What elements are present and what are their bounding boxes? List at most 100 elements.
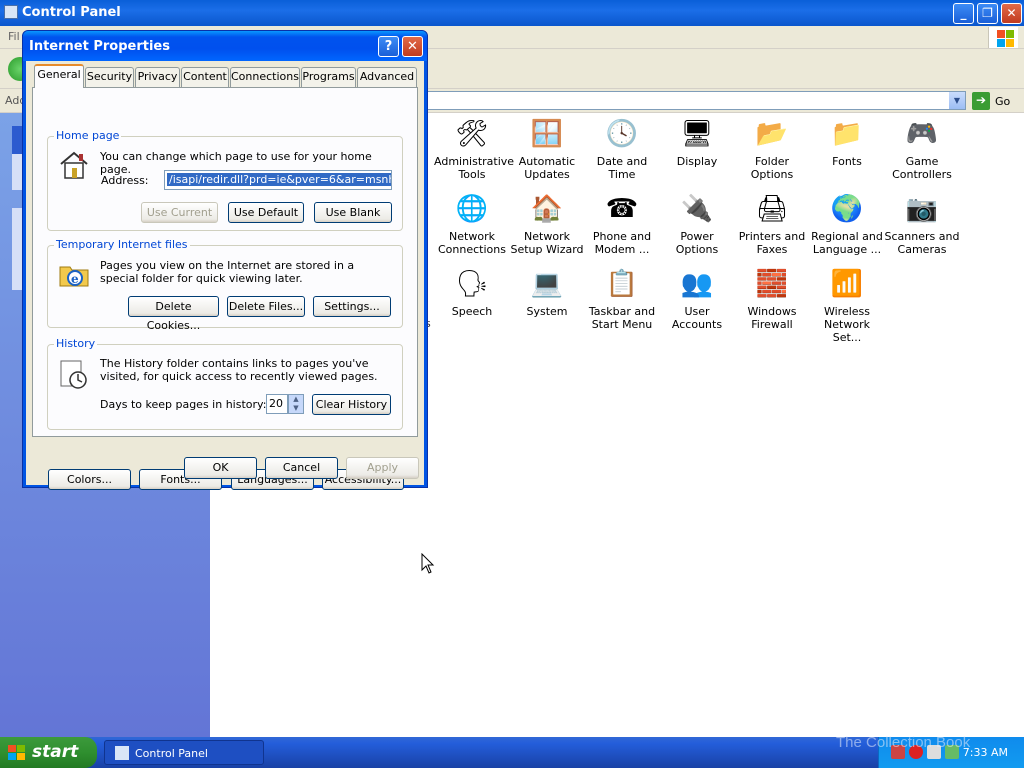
- power-plug-icon: 🔌: [680, 194, 714, 224]
- globe-icon: 🌍: [830, 194, 864, 224]
- history-description: The History folder contains links to pag…: [100, 357, 378, 383]
- cp-item-fonts-folder[interactable]: 📁 Fonts: [809, 117, 885, 168]
- close-button[interactable]: ✕: [1001, 3, 1022, 24]
- cp-item-label: Printers and Faxes: [738, 230, 806, 256]
- cp-item-label: Game Controllers: [892, 155, 952, 181]
- general-tab-page: Home page You can change which page to u…: [32, 87, 418, 490]
- home-page-group: Home page You can change which page to u…: [47, 129, 403, 231]
- admin-tools-icon: 🛠: [455, 119, 489, 149]
- days-to-keep-spinner[interactable]: ▲ ▼: [288, 394, 304, 414]
- tab-security[interactable]: Security: [85, 67, 134, 87]
- cp-item-label: Phone and Modem ...: [592, 230, 652, 256]
- cp-item-firewall[interactable]: 🧱 Windows Firewall: [734, 267, 810, 331]
- days-to-keep-input[interactable]: 20: [266, 394, 288, 414]
- cp-item-monitor[interactable]: 🖥 Display: [659, 117, 735, 168]
- colors-button[interactable]: Colors...: [48, 469, 131, 490]
- home-page-legend: Home page: [54, 129, 122, 142]
- tab-general[interactable]: General: [34, 64, 84, 88]
- cp-item-phone[interactable]: ☎ Phone and Modem ...: [584, 192, 660, 256]
- address-input[interactable]: ▼: [427, 91, 966, 110]
- home-page-address-input[interactable]: /isapi/redir.dll?prd=ie&pver=6&ar=msnhom…: [164, 170, 392, 190]
- system-icon: 💻: [530, 269, 564, 299]
- tab-connections[interactable]: Connections: [230, 67, 300, 87]
- cp-item-speech[interactable]: 🗣 Speech: [434, 267, 510, 318]
- cp-item-camera[interactable]: 📷 Scanners and Cameras: [884, 192, 960, 256]
- use-default-button[interactable]: Use Default: [228, 202, 304, 223]
- menu-file[interactable]: Fil: [8, 30, 20, 43]
- clear-history-button[interactable]: Clear History: [312, 394, 391, 415]
- speech-icon: 🗣: [455, 269, 489, 299]
- cp-item-label: System: [526, 305, 568, 318]
- cp-item-label: Automatic Updates: [518, 155, 576, 181]
- minimize-button[interactable]: _: [953, 3, 974, 24]
- cp-item-label: Date and Time: [596, 155, 648, 181]
- cp-item-label: Folder Options: [750, 155, 794, 181]
- monitor-icon: 🖥: [680, 119, 714, 149]
- cp-item-clock[interactable]: 🕓 Date and Time: [584, 117, 660, 181]
- cp-item-system[interactable]: 💻 System: [509, 267, 585, 318]
- gamepad-icon: 🎮: [905, 119, 939, 149]
- tab-programs[interactable]: Programs: [301, 67, 356, 87]
- ok-button[interactable]: OK: [184, 457, 257, 479]
- address-selected-text: /isapi/redir.dll?prd=ie&pver=6&ar=msnhom…: [167, 173, 391, 186]
- cp-item-windows-logo[interactable]: 🪟 Automatic Updates: [509, 117, 585, 181]
- address-dropdown-button[interactable]: ▼: [949, 92, 965, 109]
- go-arrow-icon: ➔: [972, 92, 990, 110]
- use-current-button[interactable]: Use Current: [141, 202, 218, 223]
- help-button[interactable]: ?: [378, 36, 399, 57]
- cp-item-network-globe[interactable]: 🌐 Network Connections: [434, 192, 510, 256]
- cp-item-label: Power Options: [675, 230, 719, 256]
- cp-item-label: Scanners and Cameras: [884, 230, 960, 256]
- window-title: Control Panel: [22, 5, 121, 20]
- settings-button[interactable]: Settings...: [313, 296, 391, 317]
- mouse-cursor-icon: [421, 552, 435, 577]
- fonts-folder-icon: 📁: [830, 119, 864, 149]
- spin-up-icon[interactable]: ▲: [289, 395, 303, 404]
- cp-item-house[interactable]: 🏠 Network Setup Wizard: [509, 192, 585, 256]
- go-button[interactable]: ➔ Go: [972, 92, 1020, 110]
- dialog-title: Internet Properties: [29, 39, 170, 54]
- history-group: History The History folder contains link…: [47, 337, 403, 430]
- tab-advanced[interactable]: Advanced: [357, 67, 417, 87]
- svg-text:e: e: [71, 272, 79, 286]
- internet-properties-dialog: Internet Properties ? ✕ General Security…: [22, 30, 428, 490]
- cp-item-label: Regional and Language ...: [811, 230, 883, 256]
- cp-item-label: Display: [676, 155, 718, 168]
- restore-button[interactable]: ❐: [977, 3, 998, 24]
- cp-item-label: Administrative Tools: [434, 155, 515, 181]
- cp-item-taskbar[interactable]: 📋 Taskbar and Start Menu: [584, 267, 660, 331]
- ie-folder-icon: e: [58, 258, 90, 290]
- house-icon: 🏠: [530, 194, 564, 224]
- use-blank-button[interactable]: Use Blank: [314, 202, 392, 223]
- control-panel-window-icon: [4, 5, 18, 19]
- control-panel-task-icon: [115, 746, 129, 760]
- dialog-close-button[interactable]: ✕: [402, 36, 423, 57]
- cp-item-label: Taskbar and Start Menu: [588, 305, 656, 331]
- cp-item-globe[interactable]: 🌍 Regional and Language ...: [809, 192, 885, 256]
- cancel-button[interactable]: Cancel: [265, 457, 338, 479]
- delete-files-button[interactable]: Delete Files...: [227, 296, 305, 317]
- delete-cookies-button[interactable]: Delete Cookies...: [128, 296, 219, 332]
- spin-down-icon[interactable]: ▼: [289, 404, 303, 413]
- folder-icon: 📂: [755, 119, 789, 149]
- tab-privacy[interactable]: Privacy: [135, 67, 180, 87]
- cp-item-wireless[interactable]: 📶 Wireless Network Set...: [809, 267, 885, 344]
- temporary-files-description: Pages you view on the Internet are store…: [100, 259, 355, 285]
- printer-icon: 🖨: [755, 194, 789, 224]
- tab-content[interactable]: Content: [181, 67, 229, 87]
- cp-item-printer[interactable]: 🖨 Printers and Faxes: [734, 192, 810, 256]
- taskbar-button-control-panel[interactable]: Control Panel: [104, 740, 264, 765]
- wireless-icon: 📶: [830, 269, 864, 299]
- cp-item-folder[interactable]: 📂 Folder Options: [734, 117, 810, 181]
- apply-button[interactable]: Apply: [346, 457, 419, 479]
- cp-item-admin-tools[interactable]: 🛠 Administrative Tools: [434, 117, 515, 181]
- taskbar-button-label: Control Panel: [135, 747, 208, 760]
- cp-item-label: Speech: [451, 305, 493, 318]
- windows-flag-icon: [988, 27, 1018, 48]
- cp-item-power-plug[interactable]: 🔌 Power Options: [659, 192, 735, 256]
- temporary-files-group: Temporary Internet files e Pages you vie…: [47, 238, 403, 332]
- cp-item-gamepad[interactable]: 🎮 Game Controllers: [884, 117, 960, 181]
- start-button[interactable]: start: [0, 737, 97, 768]
- cp-item-users[interactable]: 👥 User Accounts: [659, 267, 735, 331]
- history-legend: History: [54, 337, 98, 350]
